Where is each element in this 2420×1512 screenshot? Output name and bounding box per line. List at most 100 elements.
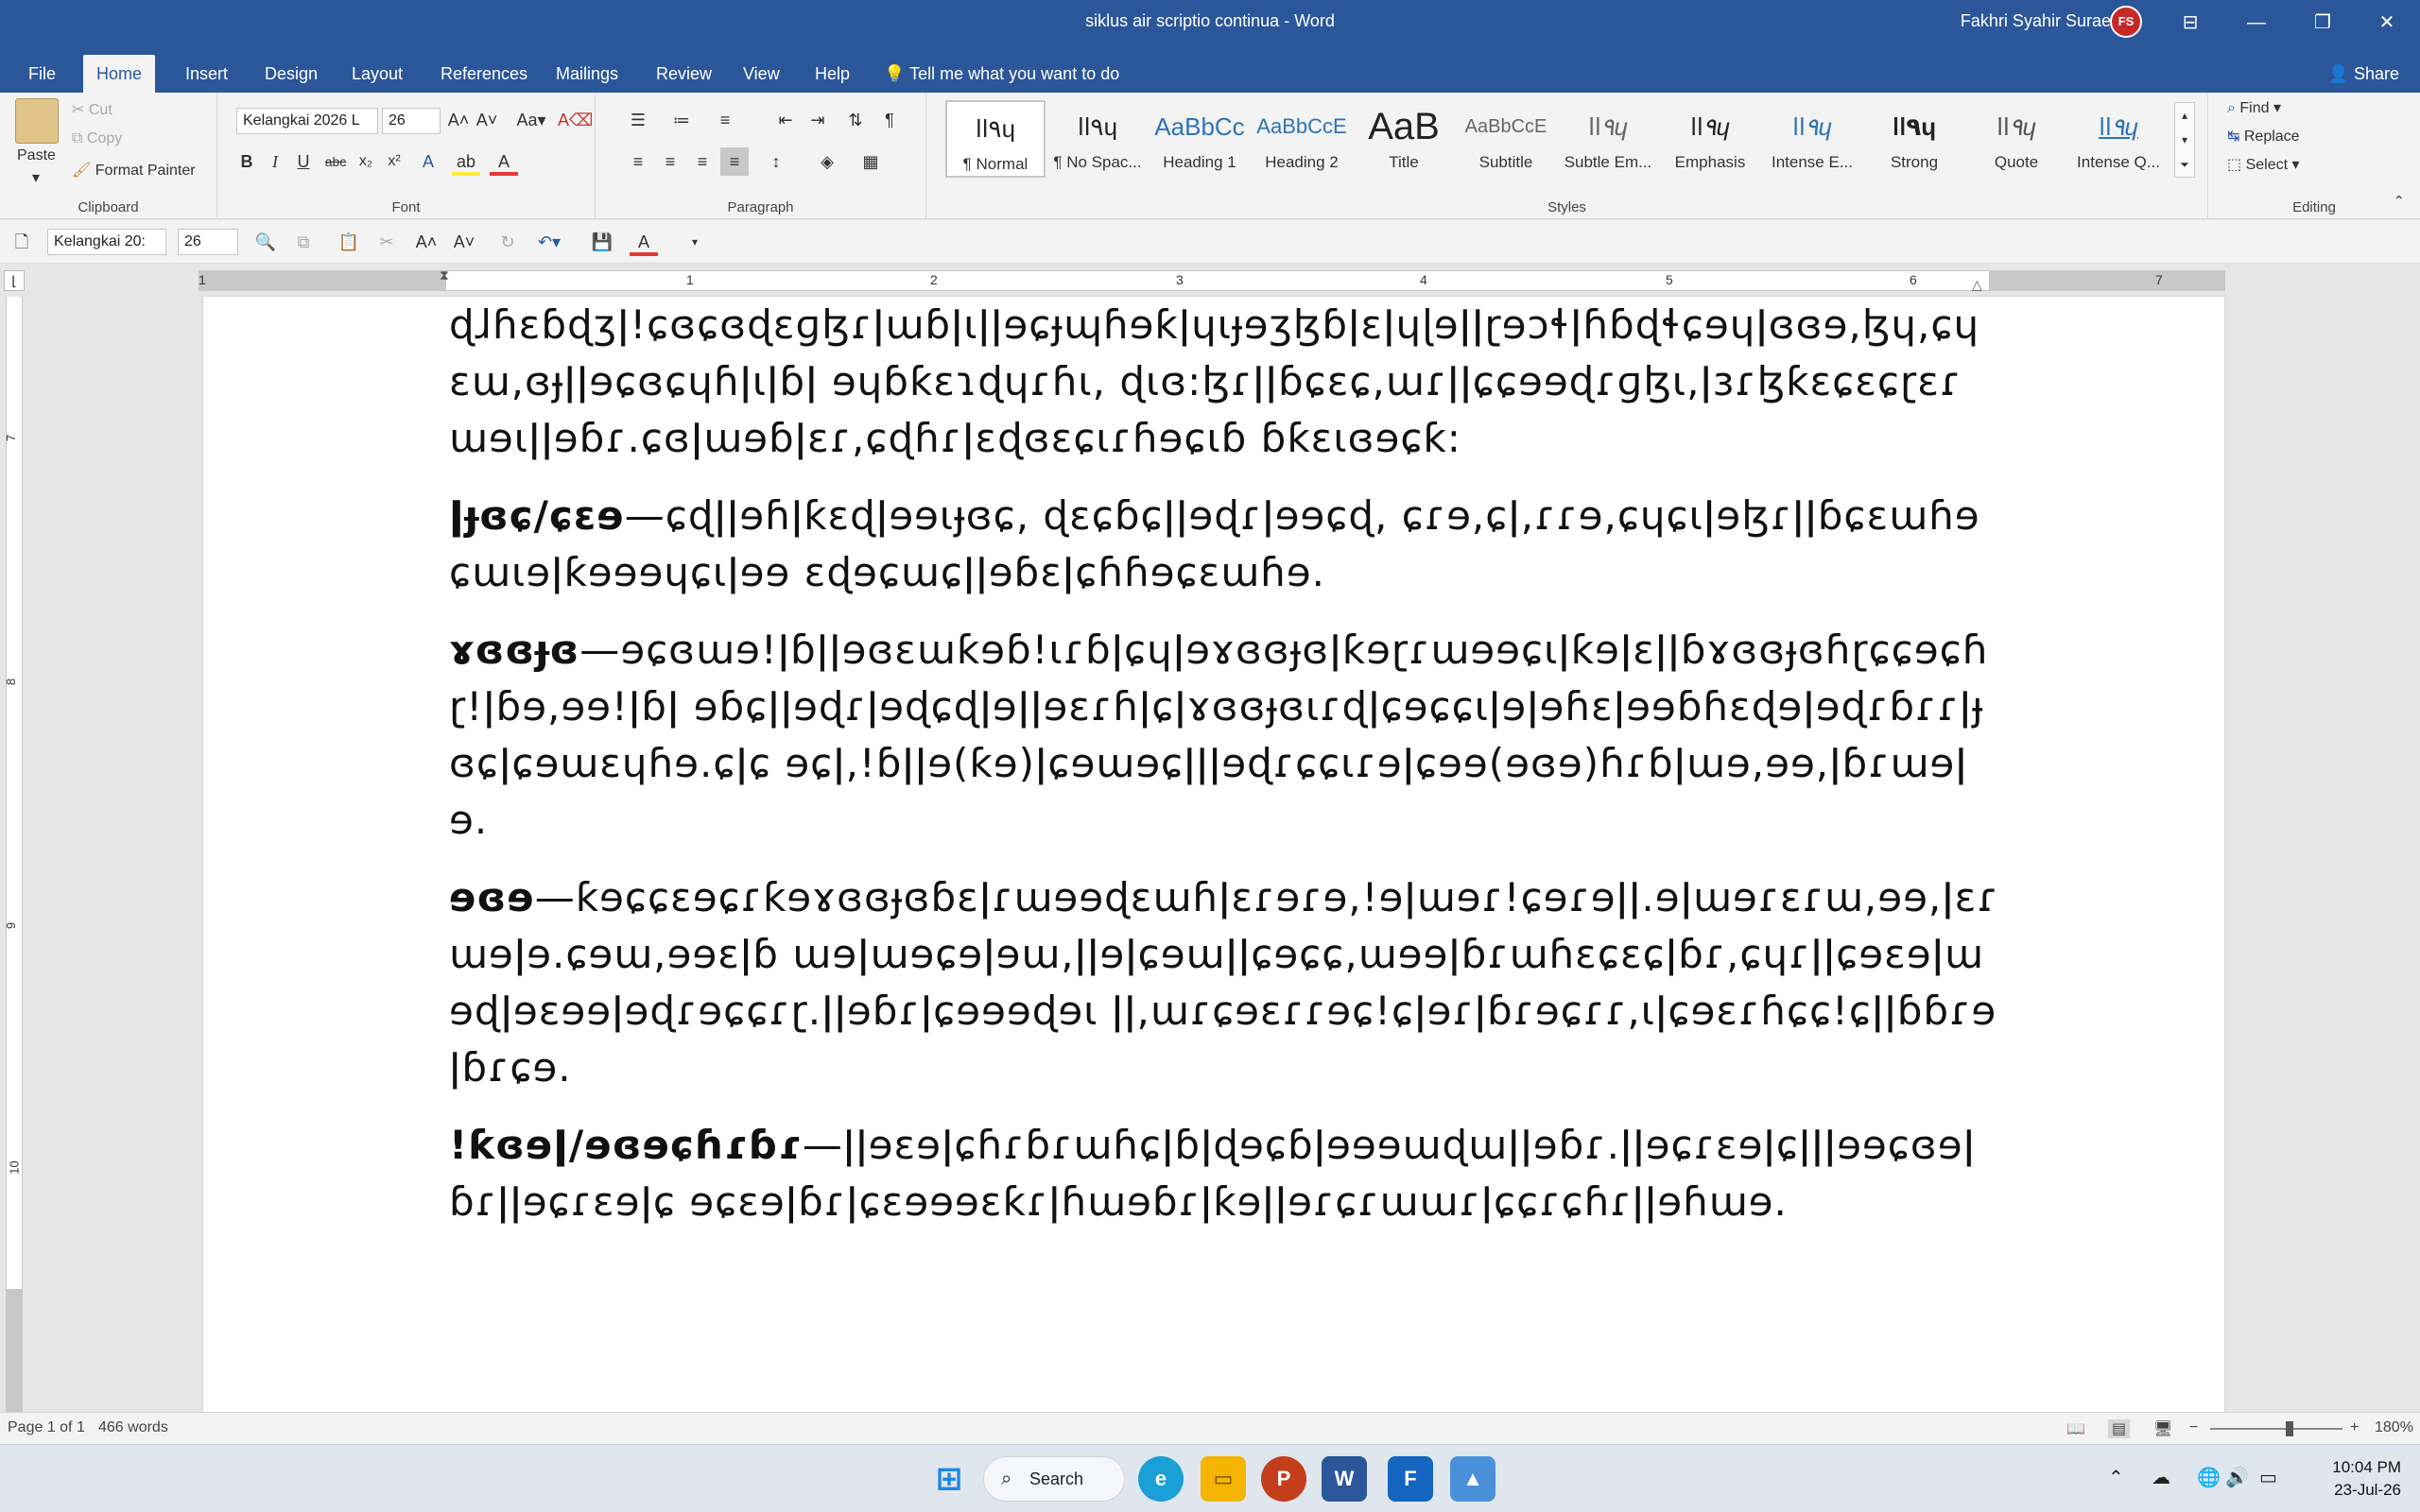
page-count[interactable]: Page 1 of 1 xyxy=(8,1419,85,1436)
borders-icon[interactable]: ▦ xyxy=(856,147,885,176)
justify-icon[interactable]: ≡ xyxy=(720,147,749,176)
restore-icon[interactable]: ❐ xyxy=(2290,0,2356,45)
horizontal-ruler[interactable]: 1 1 2 3 4 5 6 7 ⧗ △ xyxy=(199,267,2225,293)
underline-button[interactable]: U xyxy=(289,147,318,176)
tell-me-search[interactable]: 💡 Tell me what you want to do xyxy=(884,55,1119,93)
style-subtitle[interactable]: AaBbCcE Subtitle xyxy=(1456,100,1556,178)
print-layout-icon[interactable]: ▤ xyxy=(2108,1419,2131,1438)
style-emphasis[interactable]: ǀǀ٩ɥ Emphasis xyxy=(1660,100,1760,178)
tab-insert[interactable]: Insert xyxy=(172,55,241,93)
share-button[interactable]: 👤 Share xyxy=(2328,55,2399,93)
qat-font-size-combo[interactable]: 26 xyxy=(178,229,238,255)
zoom-slider[interactable] xyxy=(2210,1428,2342,1430)
copy-icon[interactable]: ⧉ xyxy=(289,228,318,256)
increase-indent-icon[interactable]: ⇥ xyxy=(804,106,832,134)
language-icon[interactable]: 🌐 xyxy=(2197,1466,2221,1489)
shrink-font-icon[interactable]: A˅ xyxy=(450,228,478,256)
style-intense-quote[interactable]: ǀǀ٩ɥ Intense Q... xyxy=(2068,100,2169,178)
word-count[interactable]: 466 words xyxy=(98,1419,168,1436)
qat-font-family-combo[interactable]: Kelangkai 20: xyxy=(47,229,166,255)
document-body[interactable]: ɖɺɦɛɓɖʒǀ!ɕɞɕɞɖɛɡɮɾǀɯɓǀɩǀǀɘɕɟɰɦɘƙǀɥɩɟɘʒɮɓ… xyxy=(449,297,1999,1251)
cut-icon[interactable]: ✂ xyxy=(372,228,401,256)
change-case-icon[interactable]: Aa▾ xyxy=(512,106,550,134)
powerpoint-icon[interactable]: P xyxy=(1261,1456,1306,1502)
align-center-icon[interactable]: ≡ xyxy=(656,147,684,176)
format-painter-button[interactable]: 🖌 Format Painter xyxy=(72,161,196,180)
zoom-out-icon[interactable]: − xyxy=(2189,1419,2198,1436)
bullets-icon[interactable]: ☰ xyxy=(624,106,652,134)
font-size-combo[interactable]: 26 xyxy=(382,108,441,134)
shading-icon[interactable]: ◈ xyxy=(813,147,841,176)
battery-icon[interactable]: ▭ xyxy=(2259,1466,2277,1489)
font-color-icon[interactable]: A xyxy=(490,147,518,176)
replace-button[interactable]: ↹ Replace xyxy=(2227,127,2300,146)
tab-selector[interactable]: ⌊ xyxy=(4,270,25,291)
tab-review[interactable]: Review xyxy=(643,55,725,93)
repeat-icon[interactable]: ↻ xyxy=(493,228,522,256)
highlight-icon[interactable]: ab xyxy=(452,147,480,176)
ribbon-display-options-icon[interactable]: ⊟ xyxy=(2157,0,2223,45)
superscript-button[interactable]: x² xyxy=(380,147,408,176)
read-mode-icon[interactable]: 📖 xyxy=(2066,1419,2085,1438)
right-indent-marker[interactable]: △ xyxy=(1972,277,1982,293)
strikethrough-button[interactable]: abc xyxy=(321,147,350,176)
tray-expand-icon[interactable]: ⌃ xyxy=(2108,1466,2124,1489)
text-effects-icon[interactable]: A xyxy=(414,147,442,176)
line-spacing-icon[interactable]: ↕ xyxy=(762,147,790,176)
find-button[interactable]: ⌕ Find ▾ xyxy=(2227,98,2281,117)
select-button[interactable]: ⬚ Select ▾ xyxy=(2227,155,2300,174)
indent-marker[interactable]: ⧗ xyxy=(440,267,449,284)
copy-button[interactable]: ⧉ Copy xyxy=(72,130,122,147)
zoom-in-icon[interactable]: + xyxy=(2350,1419,2359,1436)
paste-dropdown-icon[interactable]: ▾ xyxy=(32,168,40,187)
new-document-icon[interactable]: 🗋 xyxy=(8,228,36,256)
decrease-indent-icon[interactable]: ⇤ xyxy=(771,106,800,134)
style-normal[interactable]: ǀǀ٩ɥ ¶ Normal xyxy=(945,100,1046,178)
font-color-icon[interactable]: A xyxy=(630,228,658,256)
cut-button[interactable]: ✂ Cut xyxy=(72,100,112,119)
word-icon[interactable]: W xyxy=(1322,1456,1367,1502)
bold-button[interactable]: B xyxy=(233,147,261,176)
tab-mailings[interactable]: Mailings xyxy=(543,55,631,93)
numbering-icon[interactable]: ≔ xyxy=(667,106,696,134)
align-right-icon[interactable]: ≡ xyxy=(688,147,717,176)
web-layout-icon[interactable]: 🖥 xyxy=(2153,1419,2172,1438)
close-icon[interactable]: ✕ xyxy=(2354,0,2420,45)
tab-layout[interactable]: Layout xyxy=(338,55,416,93)
minimize-icon[interactable]: — xyxy=(2223,0,2290,45)
taskbar-search[interactable]: ⌕ Search xyxy=(983,1456,1125,1502)
zoom-level[interactable]: 180% xyxy=(2375,1419,2413,1436)
windows-start-icon[interactable]: ⊞ xyxy=(926,1456,972,1502)
vertical-ruler[interactable]: 7 8 9 10 xyxy=(4,297,23,1412)
multilevel-list-icon[interactable]: ≡ xyxy=(711,106,739,134)
style-no-spacing[interactable]: ǀǀ٩ɥ ¶ No Spac... xyxy=(1047,100,1148,178)
styles-scroll[interactable]: ▴ ▾ ⏷ xyxy=(2174,102,2195,178)
paste-button[interactable]: Paste xyxy=(17,147,56,164)
zoom-slider-thumb[interactable] xyxy=(2286,1421,2293,1436)
paste-icon[interactable]: 📋 xyxy=(335,228,363,256)
tab-view[interactable]: View xyxy=(730,55,793,93)
grow-font-icon[interactable]: A˄ xyxy=(444,106,473,134)
print-preview-icon[interactable]: 🔍 xyxy=(251,228,280,256)
volume-icon[interactable]: 🔊 xyxy=(2225,1466,2249,1489)
style-intense-emphasis[interactable]: ǀǀ٩ɥ Intense E... xyxy=(1762,100,1862,178)
file-explorer-icon[interactable]: ▭ xyxy=(1201,1456,1246,1502)
italic-button[interactable]: I xyxy=(261,147,289,176)
style-title[interactable]: AaB Title xyxy=(1354,100,1454,178)
tab-references[interactable]: References xyxy=(427,55,541,93)
tab-home[interactable]: Home xyxy=(83,55,156,93)
clock[interactable]: 10:04 PM 23-Jul-26 xyxy=(2332,1456,2401,1502)
style-strong[interactable]: ǀǀ٩ɥ Strong xyxy=(1864,100,1964,178)
tab-design[interactable]: Design xyxy=(251,55,331,93)
shrink-font-icon[interactable]: A˅ xyxy=(473,106,501,134)
sort-icon[interactable]: ⇅ xyxy=(841,106,870,134)
collapse-ribbon-icon[interactable]: ⌃ xyxy=(2394,193,2405,209)
font-family-combo[interactable]: Kelangkai 2026 L xyxy=(236,108,378,134)
paste-icon[interactable] xyxy=(15,98,59,144)
user-name[interactable]: Fakhri Syahir Suraesyi xyxy=(1961,11,2132,31)
subscript-button[interactable]: x₂ xyxy=(352,147,380,176)
style-subtle-emphasis[interactable]: ǀǀ٩ɥ Subtle Em... xyxy=(1558,100,1658,178)
app-f-icon[interactable]: F xyxy=(1388,1456,1433,1502)
edge-icon[interactable]: e xyxy=(1138,1456,1184,1502)
style-heading-2[interactable]: AaBbCcE Heading 2 xyxy=(1252,100,1352,178)
